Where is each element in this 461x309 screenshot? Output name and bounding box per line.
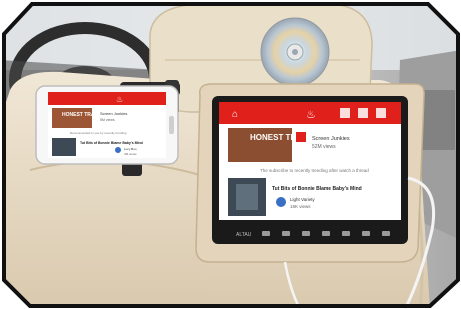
video-meta-top: 52M views: [312, 144, 336, 150]
car-interior-photo: ⌂ ♨ HONEST TRAILERS Screen Junkies 52M v…: [2, 2, 460, 309]
control-button-4[interactable]: [322, 231, 330, 236]
control-button-1[interactable]: [262, 231, 270, 236]
phone-flame-icon[interactable]: ♨: [116, 95, 123, 104]
channel-name-top: Screen Junkies: [312, 136, 350, 142]
channel-avatar-bottom: [276, 197, 286, 207]
video-title-bottom[interactable]: Tut Bits of Bonnie Blame Baby's Mind: [272, 186, 362, 192]
phone-thumbnail-bottom[interactable]: [52, 138, 76, 156]
phone-video-meta-bottom: 4M views: [124, 152, 137, 156]
phone-video-meta: 5M views: [100, 118, 115, 122]
control-button-7[interactable]: [382, 231, 390, 236]
flame-icon[interactable]: ♨: [306, 109, 316, 121]
home-icon[interactable]: ⌂: [232, 109, 238, 120]
phone-channel-name: Screen Junkies: [100, 111, 127, 116]
smartphone: ♨ HONEST TRAILERS Screen Junkies 5M view…: [35, 85, 179, 165]
control-button-5[interactable]: [342, 231, 350, 236]
control-button-3[interactable]: [302, 231, 310, 236]
phone-thumbnail-top[interactable]: [52, 108, 92, 128]
video-meta-bottom: 18K views: [290, 204, 311, 209]
channel-name-bottom: Light Variety: [290, 197, 315, 202]
phone-video-title[interactable]: Tut Bits of Bonnie Blame Baby's Mind: [80, 141, 143, 145]
monitor-brand-label: ALTAU: [236, 232, 252, 238]
control-button-2[interactable]: [282, 231, 290, 236]
phone-app-header: [48, 92, 166, 105]
phone-suggestion-line: Recommended to you by recently trending: [70, 131, 127, 135]
phone-home-button[interactable]: [169, 116, 174, 134]
suggestion-line: The subscribe to recently trending after…: [260, 168, 369, 173]
headrest-monitor: ⌂ ♨ HONEST TRAILERS Screen Junkies 52M v…: [195, 83, 425, 263]
phone-video-channel: Lucy Boo: [124, 147, 137, 151]
control-button-6[interactable]: [362, 231, 370, 236]
